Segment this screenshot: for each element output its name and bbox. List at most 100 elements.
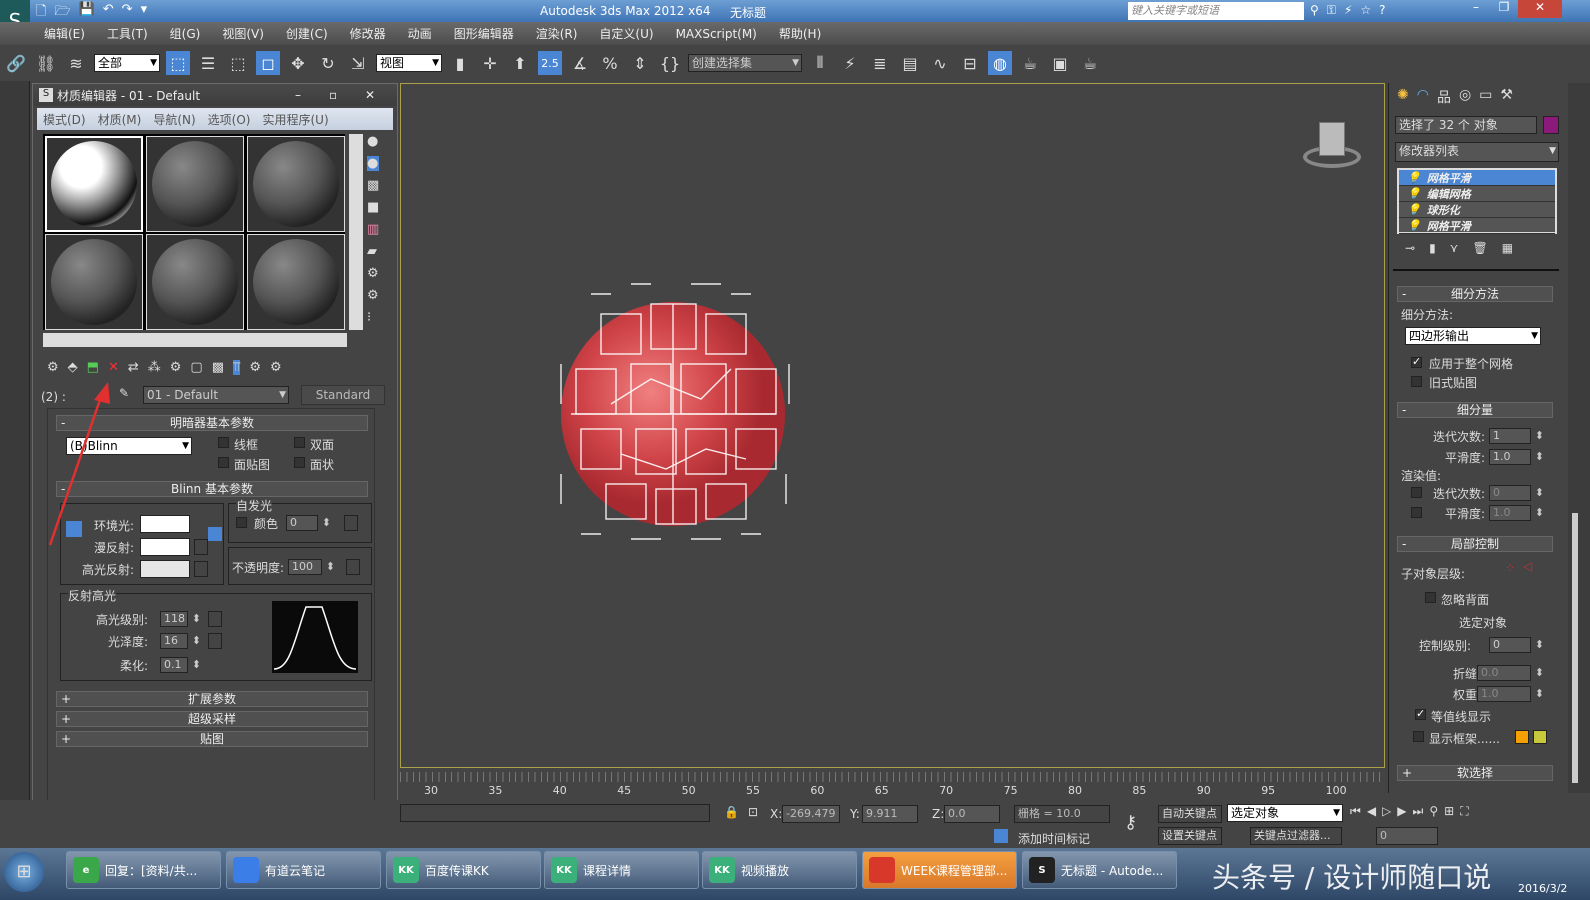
next-frame-icon[interactable]: ▶ xyxy=(1397,804,1406,819)
material-menu-item[interactable]: 模式(D) xyxy=(43,111,86,128)
material-sample-slot[interactable] xyxy=(247,234,345,330)
diffuse-map-button[interactable] xyxy=(194,539,208,555)
move-icon[interactable]: ✥ xyxy=(286,51,310,75)
configure-sets-icon[interactable]: ▦ xyxy=(1502,241,1513,255)
material-name-field[interactable]: 01 - Default xyxy=(143,386,289,404)
menu-item[interactable]: 图形编辑器 xyxy=(454,25,514,42)
lightbulb-icon[interactable]: 💡 xyxy=(1407,203,1421,216)
cage-color-swatch-1[interactable] xyxy=(1515,730,1529,744)
selection-lock-icon[interactable]: 🔒 xyxy=(724,805,739,819)
menu-item[interactable]: 帮助(H) xyxy=(779,25,821,42)
rollout-collapsed[interactable]: + 贴图 xyxy=(56,731,368,747)
render-iterations-spinner[interactable]: 0 xyxy=(1489,485,1544,501)
material-editor-icon[interactable]: ◍ xyxy=(988,51,1012,75)
modifier-stack-item[interactable]: 💡 网格平滑 xyxy=(1399,170,1555,186)
viewcube-icon[interactable] xyxy=(1299,118,1365,176)
add-time-tag-label[interactable]: 添加时间标记 xyxy=(1018,830,1090,847)
percent-snap-icon[interactable]: % xyxy=(598,51,622,75)
specular-level-map-button[interactable] xyxy=(208,611,222,627)
glossiness-map-button[interactable] xyxy=(208,633,222,649)
ignore-backface-checkbox[interactable] xyxy=(1425,592,1436,603)
rollout-subdiv-method[interactable]: - 细分方法 xyxy=(1397,286,1553,302)
schematic-view-icon[interactable]: ⊟ xyxy=(958,51,982,75)
material-map-navigator-icon[interactable]: ⁝ xyxy=(367,310,379,325)
glossiness-spinner[interactable]: 16 xyxy=(160,633,201,649)
zoom-extents-icon[interactable]: ⛶ xyxy=(1460,804,1468,819)
wireframe-sphere-object[interactable] xyxy=(551,274,801,554)
put-to-library-icon[interactable]: ⚙ xyxy=(170,360,182,375)
smoothness-spinner[interactable]: 1.0 xyxy=(1489,449,1544,465)
star-icon[interactable]: ☆ xyxy=(1360,3,1371,18)
make-unique-icon[interactable]: ⋎ xyxy=(1450,241,1459,255)
background-icon[interactable]: ▩ xyxy=(367,178,379,193)
video-color-check-icon[interactable]: ▥ xyxy=(367,222,379,237)
x-coordinate-field[interactable]: -269.479 xyxy=(782,805,840,823)
tab-display[interactable]: ▭ xyxy=(1479,87,1492,107)
edit-named-selection-icon[interactable]: {} xyxy=(658,51,682,75)
face-map-checkbox[interactable] xyxy=(218,457,229,468)
current-frame-field[interactable]: 0 xyxy=(1376,827,1438,845)
layer-manager-icon[interactable]: ≣ xyxy=(868,51,892,75)
key-filters-button[interactable]: 关键点过滤器... xyxy=(1250,827,1342,845)
rollout-subdiv-amount[interactable]: - 细分量 xyxy=(1397,402,1553,418)
y-coordinate-field[interactable]: 9.911 xyxy=(862,805,918,823)
material-id-icon[interactable]: ▢ xyxy=(190,360,202,375)
select-object-icon[interactable]: ⬚ xyxy=(166,51,190,75)
clock-date[interactable]: 2016/3/2 xyxy=(1518,882,1567,895)
customize-dropdown-icon[interactable]: ▾ xyxy=(141,2,148,24)
satellite-icon[interactable]: ⚡ xyxy=(1344,3,1352,18)
lock-icon[interactable] xyxy=(208,527,222,541)
tab-create[interactable]: ✺ xyxy=(1397,87,1409,107)
weight-spinner[interactable]: 1.0 xyxy=(1477,686,1544,702)
taskbar-item[interactable]: e 回复：[资料/共... xyxy=(66,851,221,889)
go-to-parent-icon[interactable]: ⚙ xyxy=(249,360,261,375)
absolute-mode-icon[interactable]: ⊡ xyxy=(748,805,758,819)
show-end-result-icon[interactable]: ▮ xyxy=(1429,241,1436,255)
named-selection-dropdown[interactable]: 创建选择集 xyxy=(688,54,802,72)
render-iterations-checkbox[interactable] xyxy=(1411,487,1422,498)
perspective-viewport[interactable] xyxy=(400,83,1385,768)
modifier-list-dropdown[interactable]: 修改器列表 xyxy=(1395,142,1559,162)
show-end-result-icon[interactable]: ⫪ xyxy=(233,360,241,375)
soften-spinner[interactable]: 0.1 xyxy=(160,657,201,673)
material-sample-slot[interactable] xyxy=(146,136,244,232)
control-level-spinner[interactable]: 0 xyxy=(1489,637,1544,653)
ambient-color-swatch[interactable] xyxy=(140,515,190,533)
make-copy-icon[interactable]: ⇄ xyxy=(128,360,139,375)
make-preview-icon[interactable]: ▰ xyxy=(367,244,379,259)
select-by-name-icon[interactable]: ☰ xyxy=(196,51,220,75)
rollout-collapsed[interactable]: + 扩展参数 xyxy=(56,691,368,707)
material-sample-slot[interactable] xyxy=(45,234,143,330)
make-unique-icon[interactable]: ⁂ xyxy=(148,360,161,375)
angle-snap-icon[interactable]: ∡ xyxy=(568,51,592,75)
zoom-all-icon[interactable]: ⊞ xyxy=(1444,804,1454,819)
go-forward-sibling-icon[interactable]: ⚙ xyxy=(270,360,282,375)
options-icon[interactable]: ⚙ xyxy=(367,266,379,281)
close-button[interactable]: ✕ xyxy=(1518,0,1562,18)
material-menu-item[interactable]: 材质(M) xyxy=(98,111,142,128)
diffuse-color-swatch[interactable] xyxy=(140,538,190,556)
undo-icon[interactable]: ↶ xyxy=(103,2,114,24)
sample-slots-vscroll[interactable] xyxy=(349,134,363,330)
auto-key-button[interactable]: 自动关键点 xyxy=(1158,805,1222,823)
uv-tiling-icon[interactable]: ■ xyxy=(367,200,379,215)
modifier-stack-item[interactable]: 💡 编辑网格 xyxy=(1399,186,1555,202)
menu-item[interactable]: 动画 xyxy=(408,25,432,42)
z-coordinate-field[interactable]: 0.0 xyxy=(944,805,1000,823)
scale-icon[interactable]: ⇲ xyxy=(346,51,370,75)
modifier-stack-item[interactable]: 💡 球形化 xyxy=(1399,202,1555,218)
specular-level-spinner[interactable]: 118 xyxy=(160,611,201,627)
link-icon[interactable]: 🔗 xyxy=(4,51,28,75)
pivot-center-icon[interactable]: ▮ xyxy=(448,51,472,75)
taskbar-item[interactable]: S 无标题 - Autode... xyxy=(1022,851,1177,889)
menu-item[interactable]: 工具(T) xyxy=(107,25,148,42)
taskbar-item[interactable]: KK 视频播放 xyxy=(702,851,857,889)
open-file-icon[interactable]: 🗁 xyxy=(54,2,70,24)
unlink-icon[interactable]: ⛓ xyxy=(34,51,58,75)
set-key-icon[interactable]: ⚷ xyxy=(1124,812,1137,833)
tab-utilities[interactable]: ⚒ xyxy=(1500,87,1513,107)
window-crossing-icon[interactable]: ◻ xyxy=(256,51,280,75)
render-smoothness-checkbox[interactable] xyxy=(1411,507,1422,518)
remove-modifier-icon[interactable]: 🗑 xyxy=(1472,241,1487,255)
taskbar-item[interactable]: WEEK课程管理部... xyxy=(862,851,1017,889)
